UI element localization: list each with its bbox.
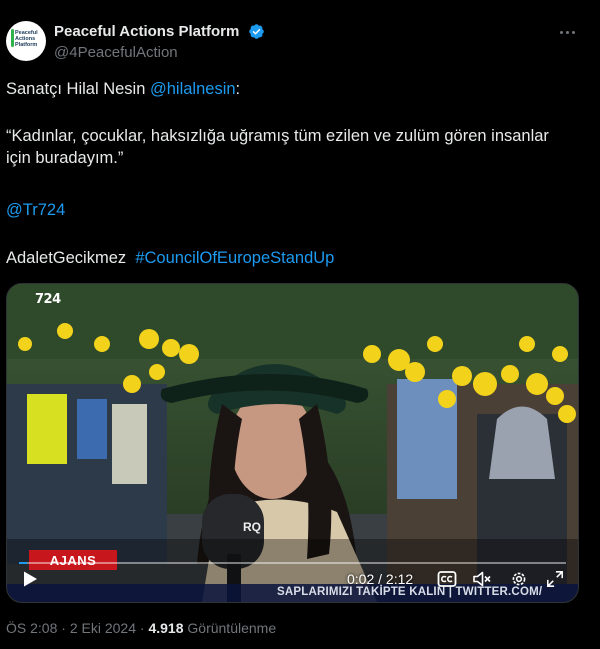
play-icon[interactable] [21, 570, 39, 588]
avatar-logo-text: Peaceful Actions Platform [15, 30, 38, 48]
post-date[interactable]: 2 Eki 2024 [70, 620, 136, 636]
fullscreen-icon[interactable] [545, 570, 565, 588]
settings-icon[interactable] [509, 570, 529, 588]
intro-text: Sanatçı Hilal Nesin [6, 80, 150, 98]
tweet-line-mention: @Tr724 [6, 199, 566, 221]
tag-plain: AdaletGecikmez [6, 249, 127, 267]
tweet-line-intro: Sanatçı Hilal Nesin @hilalnesin: [6, 78, 566, 100]
video-progress-bar[interactable] [19, 562, 566, 564]
handle[interactable]: @4PeacefulAction [54, 44, 178, 61]
tweet-metadata: ÖS 2:08 · 2 Eki 2024 · 4.918 Görüntülenm… [6, 620, 276, 636]
video-time: 0:02 / 2:12 [347, 571, 414, 587]
views-label: Görüntülenme [183, 620, 277, 636]
view-count: 4.918 [148, 620, 184, 636]
mention-hilalnesin[interactable]: @hilalnesin [150, 80, 236, 98]
verified-badge-icon [249, 24, 264, 39]
tweet-quote: “Kadınlar, çocuklar, haksızlığa uğramış … [6, 127, 549, 167]
lower-third-label: AJANS [29, 550, 117, 570]
news-ticker-text: SAPLARIMIZI TAKİPTE KALIN | TWITTER.COM/ [277, 586, 543, 598]
meta-separator: · [57, 620, 70, 636]
channel-logo: 724 [35, 292, 61, 307]
mute-icon[interactable] [472, 570, 492, 588]
mic-label: RQ [243, 520, 261, 534]
intro-colon: : [235, 80, 241, 98]
logo-mark [11, 29, 14, 47]
post-time[interactable]: ÖS 2:08 [6, 620, 57, 636]
video-progress-fill [19, 562, 28, 564]
captions-icon[interactable] [437, 570, 457, 588]
more-options-icon[interactable] [556, 22, 578, 42]
tweet-line-tags: AdaletGecikmez #CouncilOfEuropeStandUp [6, 247, 566, 269]
display-name[interactable]: Peaceful Actions Platform [54, 23, 239, 40]
mention-tr724[interactable]: @Tr724 [6, 201, 65, 219]
hashtag-link[interactable]: #CouncilOfEuropeStandUp [135, 249, 334, 267]
meta-separator: · [136, 620, 149, 636]
video-player[interactable]: 724 RQ AJANS SAPLARIMIZI TAKİPTE KALIN |… [6, 283, 579, 603]
avatar[interactable]: Peaceful Actions Platform [6, 21, 46, 61]
tweet-card: Peaceful Actions Platform Peaceful Actio… [0, 0, 600, 649]
